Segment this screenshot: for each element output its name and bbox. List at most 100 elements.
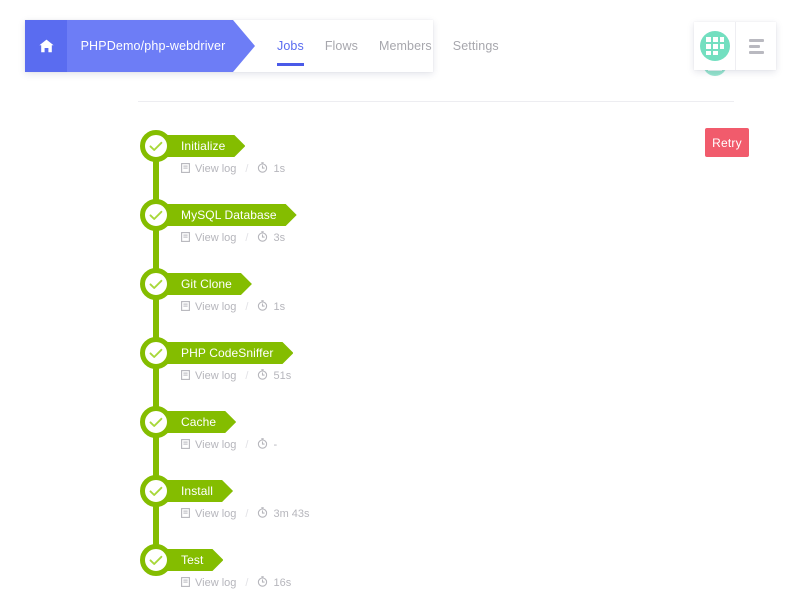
stage-status-node: [140, 406, 172, 438]
meta-separator: /: [245, 301, 248, 313]
stopwatch-icon: [257, 300, 268, 314]
view-log-label: View log: [195, 163, 236, 175]
pipeline-stage: MySQL Database View log / 3s: [140, 199, 700, 268]
stage-name-label: Git Clone: [181, 277, 232, 291]
stage-duration-label: 1s: [273, 301, 285, 313]
pipeline-stage: InstallView log/3m 43s: [140, 475, 700, 544]
stopwatch-icon: [257, 369, 268, 383]
stage-name-label: Install: [181, 484, 213, 498]
tab-jobs-label: Jobs: [277, 39, 304, 53]
stage-name-tag[interactable]: Cache: [166, 411, 236, 433]
stage-duration: 3m 43s: [257, 507, 309, 521]
view-log-link[interactable]: View log: [181, 577, 236, 590]
view-log-label: View log: [195, 232, 236, 244]
tab-flows[interactable]: Flows: [325, 20, 358, 72]
tab-settings[interactable]: Settings: [453, 20, 499, 72]
view-log-link[interactable]: View log: [181, 508, 236, 521]
stage-name-tag[interactable]: Test: [166, 549, 223, 571]
stage-duration: 3s: [257, 231, 285, 245]
view-log-link[interactable]: View log: [181, 301, 236, 314]
view-log-label: View log: [195, 301, 236, 313]
stopwatch-icon: [257, 231, 268, 245]
check-circle-icon: [149, 141, 163, 152]
stage-status-node: [140, 337, 172, 369]
stage-meta: View log / 3s: [181, 231, 285, 245]
tab-settings-label: Settings: [453, 39, 499, 53]
retry-button[interactable]: Retry: [705, 128, 749, 157]
tab-members[interactable]: Members: [379, 20, 432, 72]
breadcrumb-project-link[interactable]: PHPDemo/php-webdriver: [67, 20, 255, 72]
pipeline-stage: PHP CodeSniffer View log / 51s: [140, 337, 700, 406]
stage-name-tag[interactable]: Initialize: [166, 135, 245, 157]
stage-meta: View log / 16s: [181, 576, 291, 590]
stage-duration: 1s: [257, 162, 285, 176]
pipeline-stage: Test View log / 16s: [140, 544, 700, 602]
view-log-label: View log: [195, 370, 236, 382]
stage-name-label: MySQL Database: [181, 208, 277, 222]
tab-jobs[interactable]: Jobs: [277, 20, 304, 72]
stage-duration: 51s: [257, 369, 291, 383]
stage-duration-label: -: [273, 439, 277, 451]
file-log-icon: [181, 232, 190, 245]
file-log-icon: [181, 508, 190, 521]
check-circle-icon: [149, 210, 163, 221]
user-avatar-button[interactable]: [694, 22, 736, 70]
stage-duration: -: [257, 438, 277, 452]
stage-name-tag[interactable]: Git Clone: [166, 273, 252, 295]
check-circle-icon: [149, 486, 163, 497]
stage-name-label: Cache: [181, 415, 216, 429]
home-button[interactable]: [25, 20, 67, 72]
file-log-icon: [181, 577, 190, 590]
stage-meta: View log / 51s: [181, 369, 291, 383]
pipeline-stage: Initialize View log / 1s: [140, 130, 700, 199]
stopwatch-icon: [257, 438, 268, 452]
meta-separator: /: [245, 232, 248, 244]
stage-status-node: [140, 544, 172, 576]
meta-separator: /: [245, 163, 248, 175]
view-log-label: View log: [195, 508, 236, 520]
stage-name-label: Test: [181, 553, 203, 567]
file-log-icon: [181, 439, 190, 452]
meta-separator: /: [245, 577, 248, 589]
tab-members-label: Members: [379, 39, 432, 53]
stage-duration: 16s: [257, 576, 291, 590]
view-log-label: View log: [195, 577, 236, 589]
view-log-link[interactable]: View log: [181, 232, 236, 245]
stage-duration-label: 51s: [273, 370, 291, 382]
identicon-avatar: [700, 31, 730, 61]
header-right-controls: [694, 22, 776, 70]
stage-name-tag[interactable]: MySQL Database: [166, 204, 297, 226]
check-circle-icon: [149, 348, 163, 359]
stage-meta: View log / 1s: [181, 162, 285, 176]
main-menu-button[interactable]: [736, 22, 776, 70]
stage-status-node: [140, 475, 172, 507]
view-log-link[interactable]: View log: [181, 439, 236, 452]
stage-duration: 1s: [257, 300, 285, 314]
check-circle-icon: [149, 555, 163, 566]
check-circle-icon: [149, 279, 163, 290]
stage-name-tag[interactable]: Install: [166, 480, 233, 502]
stage-duration-label: 3m 43s: [273, 508, 309, 520]
stage-meta: View log / -: [181, 438, 277, 452]
meta-separator: /: [245, 370, 248, 382]
stopwatch-icon: [257, 576, 268, 590]
stage-status-node: [140, 268, 172, 300]
stage-name-label: Initialize: [181, 139, 225, 153]
view-log-link[interactable]: View log: [181, 370, 236, 383]
check-circle-icon: [149, 417, 163, 428]
view-log-link[interactable]: View log: [181, 163, 236, 176]
stage-name-tag[interactable]: PHP CodeSniffer: [166, 342, 293, 364]
app-header: PHPDemo/php-webdriver Jobs Flows Members…: [25, 20, 433, 72]
breadcrumb-label: PHPDemo/php-webdriver: [81, 39, 242, 53]
pipeline-stage: Git Clone View log / 1s: [140, 268, 700, 337]
pipeline-stage-list: Initialize View log / 1s MySQL Database View …: [140, 130, 700, 602]
meta-separator: /: [245, 439, 248, 451]
stopwatch-icon: [257, 507, 268, 521]
stage-status-node: [140, 199, 172, 231]
home-icon: [39, 39, 54, 53]
stage-duration-label: 3s: [273, 232, 285, 244]
header-tabs: Jobs Flows Members Settings: [255, 20, 499, 72]
pipeline-stage: Cache View log / -: [140, 406, 700, 475]
hamburger-menu-icon: [749, 39, 764, 54]
stage-name-label: PHP CodeSniffer: [181, 346, 273, 360]
